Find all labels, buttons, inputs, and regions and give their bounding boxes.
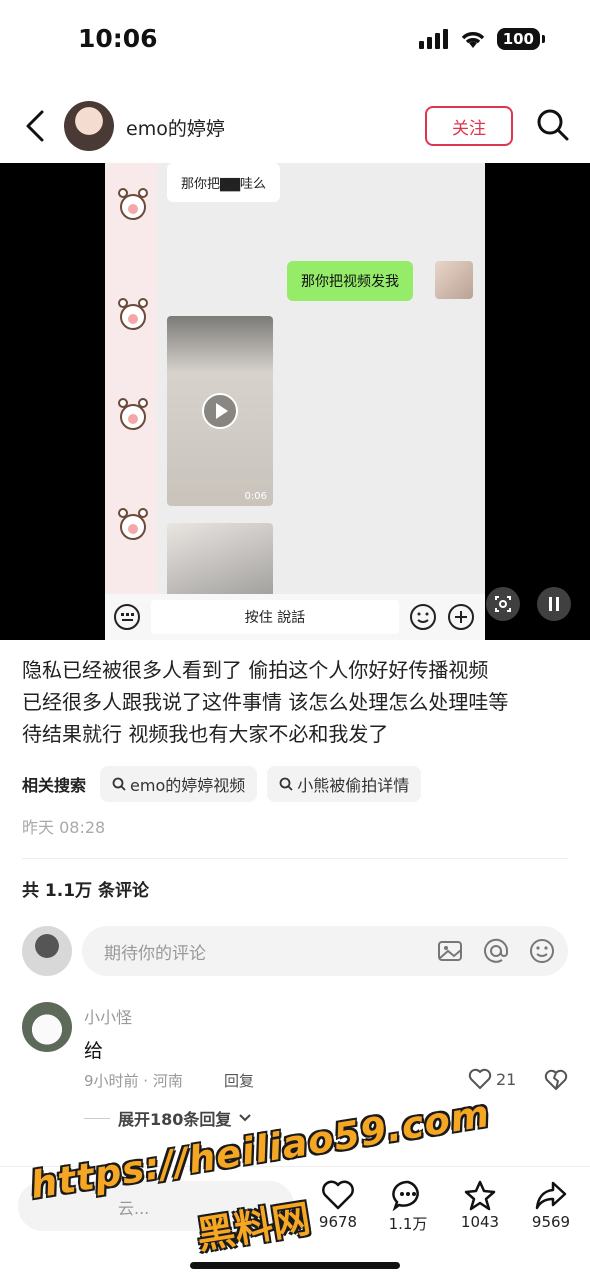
comment-button[interactable]: 1.1万 [378,1179,438,1234]
related-chip-label: emo的婷婷视频 [130,776,246,795]
paw-icon [118,508,148,540]
battery-indicator: 100 [496,28,546,50]
related-chip[interactable]: emo的婷婷视频 [100,766,258,802]
favorite-button[interactable]: 1043 [450,1179,510,1231]
commenter-name[interactable]: 小小怪 [84,1004,132,1028]
video-duration: 0:06 [244,491,267,502]
comment-total: 1.1万 [388,1215,428,1233]
chat-bubble-incoming: 那你把▇▇哇么 [167,163,280,202]
image-icon[interactable] [436,937,464,965]
chat-wallpaper-strip [105,163,157,640]
post-time: 昨天 08:28 [22,818,106,837]
broken-heart-icon[interactable] [544,1068,568,1092]
screen-scan-button[interactable] [486,587,520,621]
chat-screenshot: 那你把▇▇哇么 那你把视频发我 0:06 按住 說話 [105,163,485,640]
search-icon [112,777,126,791]
star-icon [464,1180,496,1211]
chat-avatar [435,261,473,299]
related-chip-label: 小熊被偷拍详情 [297,776,410,795]
share-button[interactable]: 9569 [521,1179,581,1231]
author-name[interactable]: emo的婷婷 [126,114,225,141]
chat-video-message: 0:06 [167,316,273,506]
hold-to-talk-button: 按住 說話 [151,600,399,634]
like-count: 9678 [318,1213,358,1231]
status-icons: 100 [418,28,546,50]
follow-button[interactable]: 关注 [425,106,513,146]
mention-icon[interactable] [482,937,510,965]
author-avatar[interactable] [64,101,114,151]
paw-icon [118,398,148,430]
post-header: emo的婷婷 关注 [0,96,590,156]
pause-icon [549,597,559,611]
comment-placeholder: 期待你的评论 [104,944,206,964]
chevron-down-icon [239,1114,252,1122]
emoji-icon[interactable] [528,937,556,965]
reply-button[interactable]: 回复 [224,1070,254,1091]
caption-line: 已经很多人跟我说了这件事情 该怎么处理怎么处理哇等 [22,690,509,714]
comment-text: 给 [84,1040,104,1062]
cellular-signal-icon [418,29,448,49]
heart-icon [322,1180,354,1210]
related-searches: 相关搜索 emo的婷婷视频 小熊被偷拍详情 [22,766,422,802]
bottom-input-text: 云... [118,1199,150,1218]
expand-replies-label: 展开180条回复 [118,1110,232,1129]
share-count: 9569 [531,1213,571,1231]
caption-line: 待结果就行 视频我也有大家不必和我发了 [22,722,389,746]
divider [22,858,568,859]
search-icon[interactable] [536,108,570,142]
scan-icon [495,596,511,612]
heart-icon [468,1068,492,1089]
comment-like-count: 21 [496,1069,517,1089]
expand-line [84,1117,110,1119]
like-button[interactable]: 9678 [308,1179,368,1231]
keyboard-icon [114,604,140,630]
video-player[interactable]: 那你把▇▇哇么 那你把视频发我 0:06 按住 說話 [0,163,590,640]
related-chip[interactable]: 小熊被偷拍详情 [267,766,422,802]
paw-icon [118,188,148,220]
post-caption: 隐私已经被很多人看到了 偷拍这个人你好好传播视频 已经很多人跟我说了这件事情 该… [22,654,572,750]
comment-bubble-icon [392,1180,419,1211]
home-indicator [190,1262,400,1269]
comment-like-button[interactable]: 21 [468,1068,516,1090]
related-label: 相关搜索 [22,776,87,795]
caption-line: 隐私已经被很多人看到了 偷拍这个人你好好传播视频 [22,658,489,682]
chat-input-bar: 按住 說話 [105,594,485,640]
status-time: 10:06 [78,24,158,53]
comment-count: 共 1.1万 条评论 [22,881,149,901]
wifi-icon [461,32,484,48]
pause-button[interactable] [537,587,571,621]
my-avatar [22,926,72,976]
back-arrow-icon[interactable] [20,108,50,144]
share-arrow-icon [535,1181,567,1210]
commenter-avatar[interactable] [22,1002,72,1052]
emoji-icon [410,604,436,630]
favorite-count: 1043 [460,1213,500,1231]
expand-replies[interactable]: 展开180条回复 [84,1106,252,1130]
chat-bubble-outgoing: 那你把视频发我 [287,261,413,301]
search-icon [279,777,293,791]
play-icon [202,393,238,429]
comment-input[interactable]: 期待你的评论 [82,926,568,976]
comment-meta: 9小时前 · 河南 [84,1072,183,1090]
status-bar: 10:06 100 [0,0,590,80]
paw-icon [118,298,148,330]
plus-icon [448,604,474,630]
